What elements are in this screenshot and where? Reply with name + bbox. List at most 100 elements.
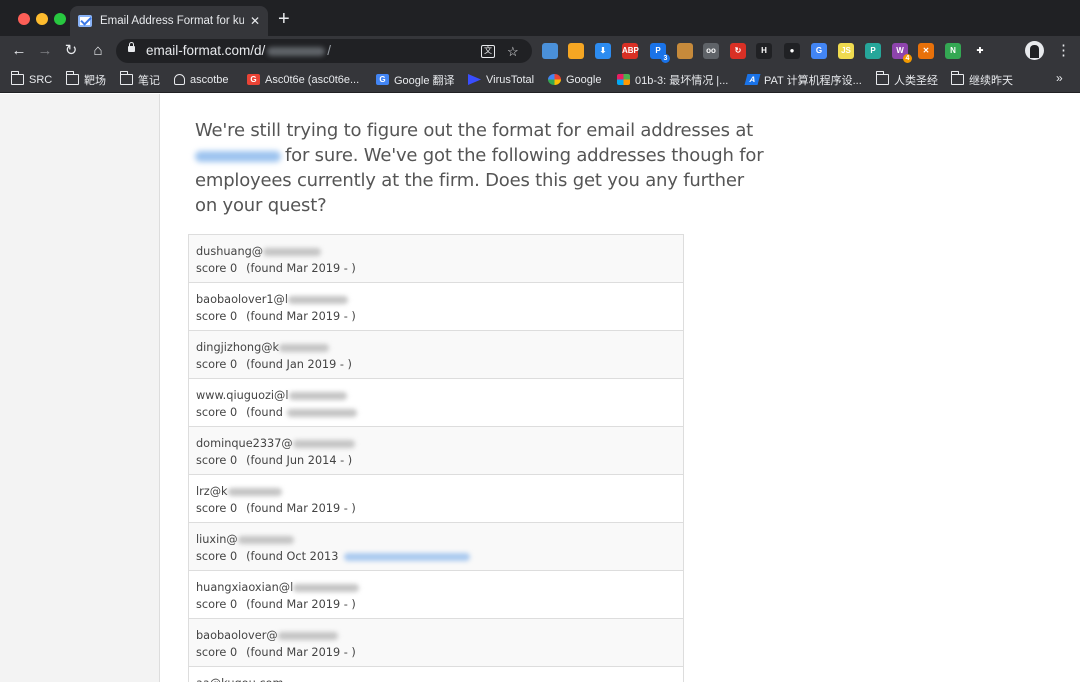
found-date-redacted [286, 409, 357, 417]
email-address: liuxin@ [196, 531, 683, 548]
puzzle-icon[interactable]: ✚ [972, 43, 988, 59]
back-button[interactable]: ← [8, 40, 30, 62]
bookmark-item[interactable]: Google [548, 71, 601, 88]
score-value: score 0 [196, 454, 238, 467]
folder-icon [875, 71, 889, 85]
bookmark-label: 01b-3: 最坏情况 |... [635, 74, 729, 87]
tab-close-icon[interactable]: ✕ [250, 14, 260, 28]
translate-extension-icon[interactable]: G [811, 43, 827, 59]
goog-icon [548, 74, 561, 85]
bookmark-item[interactable]: G Google 翻译 [376, 71, 455, 88]
email-row: aa@kugou.com [189, 667, 683, 682]
found-date: (found Jan 2019 - ) [246, 358, 352, 371]
bookmark-item[interactable]: G Asc0t6e (asc0t6e... [247, 71, 359, 88]
p-extension-icon[interactable]: P [865, 43, 881, 59]
email-user: huangxiaoxian@l [196, 581, 294, 594]
score-value: score 0 [196, 502, 238, 515]
glasses-extension-icon[interactable]: oo [703, 43, 719, 59]
bookmarks-overflow-icon[interactable]: » [1056, 71, 1063, 85]
bookmark-item[interactable]: SRC [10, 71, 52, 88]
bookmark-label: PAT 计算机程序设... [764, 74, 862, 87]
score-value: score 0 [196, 406, 238, 419]
email-user: aa@kugou.com [196, 677, 283, 682]
profile-avatar[interactable] [1025, 41, 1044, 60]
forward-button[interactable]: → [34, 40, 56, 62]
score-value: score 0 [196, 550, 238, 563]
extension-badge: 3 [661, 54, 670, 63]
js-extension-icon[interactable]: JS [838, 43, 854, 59]
domain-redacted [263, 248, 322, 256]
bookmark-label: Asc0t6e (asc0t6e... [265, 73, 360, 86]
new-tab-button[interactable]: + [278, 9, 290, 29]
bookmark-label: 人类圣经 [894, 74, 938, 87]
circle-extension-icon[interactable]: ● [784, 43, 800, 59]
score-line: score 0 (found Mar 2019 - ) [196, 596, 683, 613]
score-line: score 0 (found Mar 2019 - ) [196, 260, 683, 277]
domain-link-redacted[interactable] [195, 150, 281, 162]
proxy-extension-icon[interactable]: P3 [650, 43, 670, 63]
hackbar-extension-icon[interactable]: H [756, 43, 772, 59]
bookmark-item[interactable]: 继续昨天 [950, 71, 1013, 88]
url-text[interactable]: email-format.com/d/ / [146, 43, 331, 58]
bookmark-item[interactable]: 靶场 [65, 71, 106, 88]
bookmark-star-icon[interactable]: ☆ [507, 44, 519, 60]
email-address: dominque2337@ [196, 435, 683, 452]
bookmark-item[interactable]: A PAT 计算机程序设... [744, 71, 862, 88]
domain-redacted [279, 344, 330, 352]
address-bar[interactable]: email-format.com/d/ / 文 ☆ [116, 39, 532, 63]
email-address: dushuang@ [196, 243, 683, 260]
n-extension-icon[interactable]: N [945, 43, 961, 59]
score-line: score 0 (found Mar 2019 - ) [196, 644, 683, 661]
minimize-window-button[interactable] [36, 13, 48, 25]
lock-icon[interactable] [128, 42, 135, 52]
bookmark-item[interactable]: VirusTotal [468, 71, 534, 88]
bookmark-item[interactable]: ascotbe [174, 71, 229, 88]
bookmark-item[interactable]: 人类圣经 [875, 71, 938, 88]
email-row: www.qiuguozi@l score 0 (found [189, 379, 683, 427]
source-link-redacted[interactable] [344, 553, 471, 561]
bookmark-label: Google 翻译 [394, 74, 455, 87]
chart-extension-icon[interactable] [568, 43, 584, 59]
score-value: score 0 [196, 310, 238, 323]
bookmark-item[interactable]: 01b-3: 最坏情况 |... [617, 71, 728, 88]
url-redacted [267, 46, 326, 56]
redirect-extension-icon[interactable]: ↻ [730, 43, 746, 59]
home-button[interactable]: ⌂ [87, 40, 109, 62]
email-user: lrz@k [196, 485, 228, 498]
gt-icon: G [376, 74, 389, 85]
tab-title: Email Address Format for kugo [100, 15, 244, 27]
reload-button[interactable]: ↻ [60, 40, 82, 62]
close-window-button[interactable] [18, 13, 30, 25]
photo-extension-icon[interactable] [542, 43, 558, 59]
wappalyzer-extension-icon[interactable]: W4 [892, 43, 912, 63]
page-sidebar [0, 94, 160, 682]
email-row: liuxin@ score 0 (found Oct 2013 [189, 523, 683, 571]
bookmark-label: 靶场 [84, 74, 106, 87]
score-line: score 0 (found Oct 2013 [196, 548, 683, 565]
found-date: (found Mar 2019 - ) [246, 262, 356, 275]
g-icon: G [247, 74, 260, 85]
x-extension-icon[interactable]: ✕ [918, 43, 934, 59]
email-list: dushuang@ score 0 (found Mar 2019 - ) baoba… [188, 234, 684, 682]
cookie-extension-icon[interactable] [677, 43, 693, 59]
bookmark-item[interactable]: 笔记 [119, 71, 160, 88]
domain-redacted [277, 632, 338, 640]
tab-strip: Email Address Format for kugo ✕ + [0, 0, 1080, 36]
folder-icon [119, 71, 133, 85]
translate-page-icon[interactable]: 文 [481, 45, 495, 58]
domain-redacted [287, 296, 348, 304]
browser-menu-icon[interactable]: ⋮ [1056, 41, 1071, 61]
email-user: www.qiuguozi@l [196, 389, 289, 402]
maximize-window-button[interactable] [54, 13, 66, 25]
found-date: (found [246, 406, 283, 419]
download-extension-icon[interactable]: ⬇ [595, 43, 611, 59]
score-line: score 0 (found Jun 2014 - ) [196, 452, 683, 469]
active-tab[interactable]: Email Address Format for kugo ✕ [70, 6, 268, 36]
score-value: score 0 [196, 646, 238, 659]
score-value: score 0 [196, 262, 238, 275]
email-row: baobaolover@ score 0 (found Mar 2019 - ) [189, 619, 683, 667]
bookmark-label: ascotbe [190, 73, 229, 86]
found-date: (found Jun 2014 - ) [246, 454, 353, 467]
adblock-extension-icon[interactable]: ABP [622, 43, 639, 59]
folder-icon [950, 71, 964, 85]
